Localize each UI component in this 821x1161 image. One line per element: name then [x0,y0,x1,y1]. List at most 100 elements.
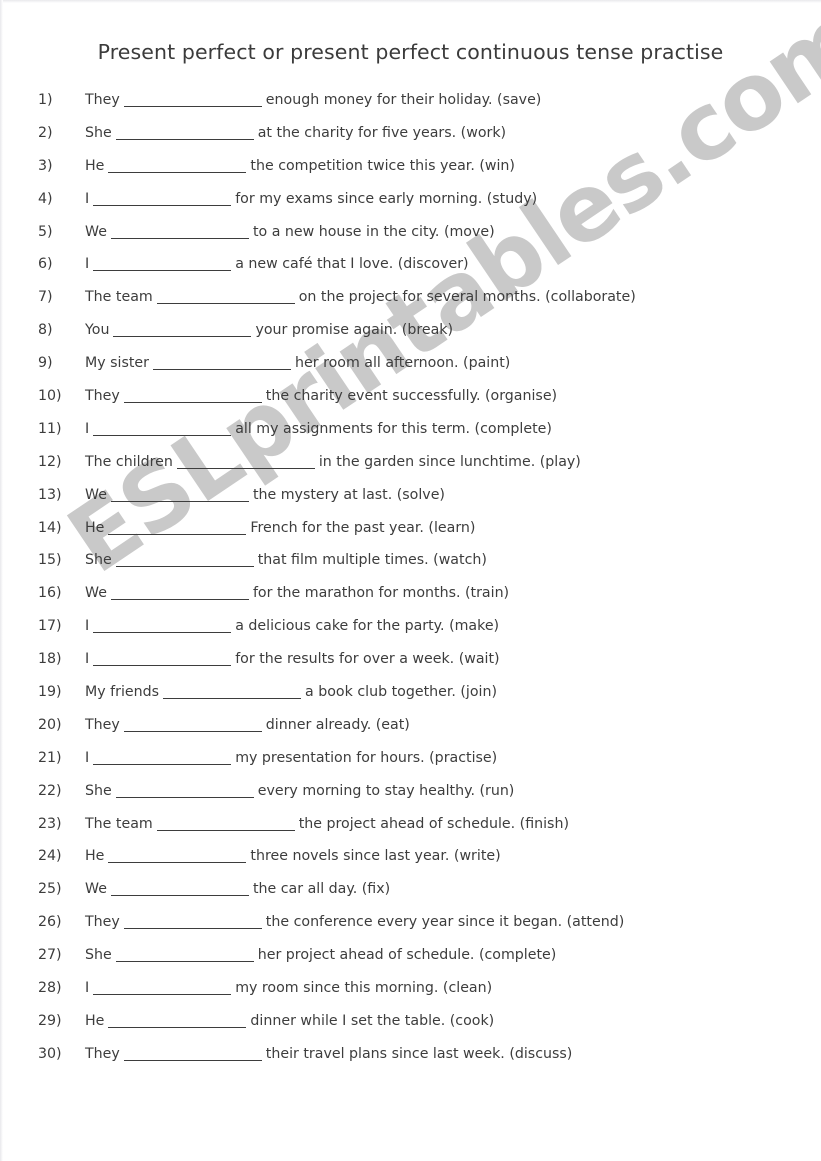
exercise-sentence: Imy room since this morning. (clean) [85,972,492,1005]
exercise-number: 22) [38,782,62,799]
answer-blank[interactable] [123,106,262,107]
sentence-prefix: We [85,486,107,503]
sentence-prefix: I [85,420,90,437]
sentence-prefix: They [85,92,120,108]
answer-blank[interactable] [123,402,262,404]
exercise-number: 8) [38,322,53,339]
exercise-sentence: You your promise again. (break) [85,314,453,347]
exercise-number: 5) [38,223,53,240]
answer-blank[interactable] [110,895,249,897]
exercise-row: 25) We the car all day. (fix) [0,873,821,906]
answer-blank[interactable] [156,829,295,831]
answer-blank[interactable] [108,862,247,864]
exercise-row: 22) She every morning to stay healthy. (ru… [0,775,821,808]
exercise-row: 4) Ifor my exams since early morning. (st… [0,183,821,216]
answer-blank[interactable] [123,730,262,732]
exercise-number: 11) [38,420,62,437]
exercise-number: 12) [38,453,62,470]
exercise-row: 5) We to a new house in the city. (move) [0,216,821,249]
sentence-prefix: They [85,716,120,733]
answer-blank[interactable] [123,1059,262,1061]
sentence-suffix: in the garden since lunchtime. (play) [318,453,581,470]
sentence-prefix: I [85,980,90,997]
sentence-suffix: a book club together. (join) [305,684,498,701]
exercise-sentence: Ia delicious cake for the party. (make) [85,610,499,643]
answer-blank[interactable] [123,928,262,930]
answer-blank[interactable] [93,665,232,667]
exercise-number: 18) [38,651,62,668]
answer-blank[interactable] [108,171,247,173]
answer-blank[interactable] [156,303,295,305]
sentence-prefix: The team [85,815,153,832]
sentence-prefix: She [85,782,112,799]
sentence-suffix: the car all day. (fix) [252,881,391,898]
exercise-sentence: Ia new café that I love. (discover) [85,248,469,281]
exercise-sentence: They the conference every year since it b… [85,906,624,939]
answer-blank[interactable] [110,599,249,601]
answer-blank[interactable] [163,698,302,700]
sentence-suffix: her project ahead of schedule. (complete… [257,947,557,964]
sentence-suffix: for my exams since early morning. (study… [235,190,538,207]
sentence-suffix: dinner while I set the table. (cook) [250,1012,495,1029]
exercise-number: 14) [38,519,62,536]
answer-blank[interactable] [93,434,232,436]
exercise-row: 3) He the competition twice this year. (wi… [0,150,821,183]
exercise-row: 8) You your promise again. (break) [0,314,821,347]
sentence-suffix: a delicious cake for the party. (make) [235,618,500,635]
exercise-row: 10) They the charity event successfully. (… [0,380,821,413]
sentence-prefix: We [85,585,107,602]
exercise-sentence: My friends a book club together. (join) [85,676,497,709]
exercise-number: 6) [38,256,53,273]
exercise-sentence: She at the charity for five years. (work) [85,117,506,150]
sentence-prefix: She [85,947,112,964]
sentence-suffix: for the results for over a week. (wait) [235,651,500,668]
exercise-sentence: He dinner while I set the table. (cook) [85,1005,494,1038]
exercise-number: 23) [38,815,62,832]
sentence-prefix: I [85,190,90,207]
answer-blank[interactable] [108,533,247,535]
exercise-sentence: She that film multiple times. (watch) [85,544,487,577]
sentence-prefix: I [85,651,90,668]
sentence-suffix: for the marathon for months. (train) [252,585,510,602]
answer-blank[interactable] [115,138,254,140]
answer-blank[interactable] [93,632,232,634]
answer-blank[interactable] [93,763,232,765]
exercise-number: 19) [38,684,62,701]
sentence-prefix: They [85,1045,120,1062]
exercise-sentence: She every morning to stay healthy. (run) [85,775,514,808]
sentence-prefix: He [85,1012,105,1029]
answer-blank[interactable] [108,1026,247,1028]
sentence-prefix: We [85,223,107,240]
answer-blank[interactable] [115,796,254,798]
exercise-row: 24) He three novels since last year. (writ… [0,840,821,873]
answer-blank[interactable] [113,336,252,338]
exercise-number: 29) [38,1012,62,1029]
exercise-sentence: They enough money for their holiday. (sav… [85,84,541,117]
answer-blank[interactable] [93,994,232,996]
exercise-sentence: They the charity event successfully. (org… [85,380,557,413]
sentence-prefix: He [85,157,105,174]
answer-blank[interactable] [115,566,254,568]
exercise-number: 15) [38,552,62,569]
sentence-prefix: They [85,914,120,931]
sentence-prefix: The children [85,453,173,470]
exercise-row: 9) My sister her room all afternoon. (pain… [0,347,821,380]
exercise-list: 1) They enough money for their holiday. (s… [0,84,821,1071]
exercise-sentence: He three novels since last year. (write) [85,840,501,873]
answer-blank[interactable] [93,270,232,272]
answer-blank[interactable] [115,961,254,963]
sentence-suffix: the charity event successfully. (organis… [265,388,558,405]
sentence-suffix: the competition twice this year. (win) [250,157,515,174]
exercise-row: 29) He dinner while I set the table. (cook… [0,1005,821,1038]
answer-blank[interactable] [110,237,249,239]
exercise-number: 17) [38,618,62,635]
exercise-row: 2) She at the charity for five years. (wor… [0,117,821,150]
answer-blank[interactable] [93,204,232,206]
sentence-suffix: all my assignments for this term. (compl… [235,420,552,437]
answer-blank[interactable] [110,500,249,502]
sentence-suffix: on the project for several months. (coll… [298,289,636,306]
answer-blank[interactable] [176,467,315,469]
exercise-sentence: They their travel plans since last week. … [85,1038,572,1071]
exercise-number: 28) [38,980,62,997]
answer-blank[interactable] [153,369,291,371]
